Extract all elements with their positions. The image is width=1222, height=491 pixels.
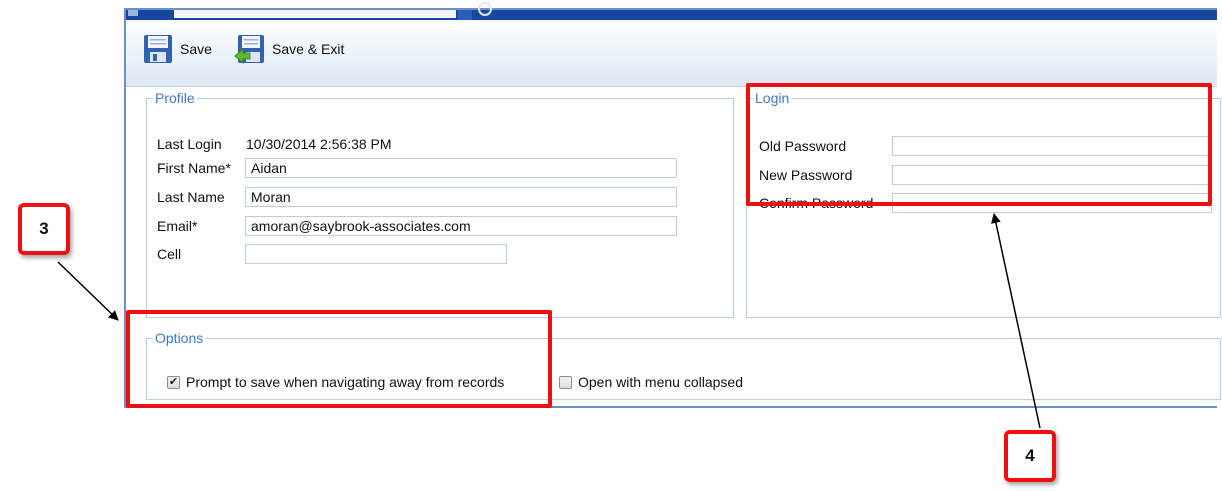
last-login-label: Last Login <box>157 136 222 152</box>
window-tab[interactable] <box>174 10 456 18</box>
email-label: Email* <box>157 218 198 234</box>
arrow-3 <box>57 261 119 321</box>
tab-close-area[interactable] <box>458 10 472 20</box>
title-bar <box>126 2 1217 20</box>
window-corner <box>128 10 138 16</box>
profile-legend: Profile <box>155 90 195 106</box>
floppy-disk-icon <box>144 35 172 63</box>
last-login-value: 10/30/2014 2:56:38 PM <box>246 136 392 152</box>
last-name-field[interactable]: Moran <box>245 187 677 207</box>
first-name-field[interactable]: Aidan <box>245 158 677 178</box>
save-button[interactable]: Save <box>142 32 212 66</box>
save-exit-icon <box>234 35 264 65</box>
save-exit-button[interactable]: Save & Exit <box>234 32 344 66</box>
circle-icon[interactable] <box>478 2 492 16</box>
menu-collapsed-label: Open with menu collapsed <box>578 374 743 390</box>
menu-collapsed-option[interactable]: Open with menu collapsed <box>559 374 743 390</box>
last-name-label: Last Name <box>157 189 225 205</box>
profile-group: Profile Last Login 10/30/2014 2:56:38 PM… <box>146 90 734 318</box>
email-field[interactable]: amoran@saybrook-associates.com <box>245 216 677 236</box>
login-highlight-box <box>746 83 1212 206</box>
callout-3: 3 <box>18 203 70 255</box>
options-highlight-box <box>126 310 552 408</box>
cell-label: Cell <box>157 246 182 262</box>
menu-collapsed-checkbox[interactable] <box>559 375 572 389</box>
save-label: Save <box>180 41 212 57</box>
callout-4: 4 <box>1004 430 1056 482</box>
first-name-label: First Name* <box>157 160 231 176</box>
toolbar: Save Save & Exit <box>126 20 1217 87</box>
cell-field[interactable] <box>245 244 507 264</box>
save-exit-label: Save & Exit <box>272 41 345 57</box>
